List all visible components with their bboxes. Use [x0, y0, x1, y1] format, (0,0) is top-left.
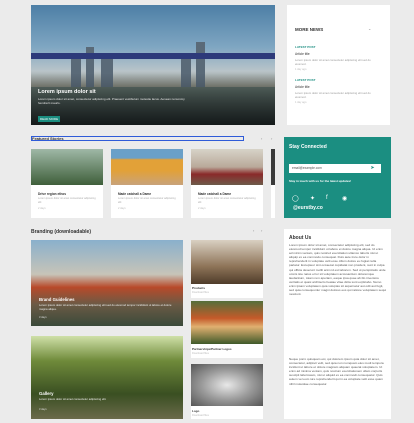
tile-caption: Logo: [192, 409, 200, 413]
news-item[interactable]: LATEST POST Article title Lorem ipsum do…: [295, 45, 379, 71]
tile-caption: Products: [192, 286, 206, 290]
story-meta: 2 days: [198, 207, 206, 210]
news-title[interactable]: Article title: [295, 52, 379, 56]
tile-meta: Download files: [192, 291, 209, 294]
tile-caption: Brand Guidelines: [39, 297, 75, 302]
partnerships-image: [191, 301, 263, 344]
more-news-title: MORE NEWS: [295, 27, 324, 32]
story-caption: Made catchall a Dame: [118, 192, 152, 196]
story-text: Lorem ipsum dolor sit amet consectetur a…: [118, 197, 176, 204]
partnerships-tile[interactable]: Partnerships/Partner Logos Download file…: [191, 301, 263, 358]
news-category: LATEST POST: [295, 78, 316, 82]
news-text: Lorem ipsum dolor sit amet consectetur a…: [295, 91, 371, 99]
prev-arrow-icon[interactable]: ‹: [253, 228, 254, 233]
news-meta: 1 day ago: [295, 101, 307, 104]
story-text: Lorem ipsum dolor sit amet consectetur a…: [38, 197, 96, 204]
news-meta: 1 day ago: [295, 68, 307, 71]
brand-guidelines-tile[interactable]: Brand Guidelines Lorem ipsum dolor sit a…: [31, 240, 183, 326]
tile-meta: 3 days: [39, 316, 47, 319]
tile-caption: Partnerships/Partner Logos: [192, 347, 232, 351]
stay-connected-subtitle: Stay in touch with us for the latest upd…: [289, 179, 352, 183]
logo-image: [191, 364, 263, 406]
news-item[interactable]: LATEST POST Article title Lorem ipsum do…: [295, 78, 379, 104]
email-field[interactable]: email@example.com: [289, 164, 364, 173]
stay-connected-title: Stay Connected: [289, 144, 327, 150]
story-caption: Made catchall a Dame: [198, 192, 232, 196]
about-title: About Us: [289, 235, 312, 241]
logo-tile[interactable]: Logo Download files: [191, 364, 263, 419]
gallery-tile[interactable]: Gallery Lorem ipsum dolor sit amet conse…: [31, 336, 183, 419]
news-category: LATEST POST: [295, 45, 316, 49]
facebook-icon[interactable]: f: [326, 195, 328, 201]
tile-meta: Download files: [192, 352, 209, 355]
story-image: [191, 149, 263, 185]
products-tile[interactable]: Products Download files: [191, 240, 263, 298]
story-card[interactable]: Drive region ethos Lorem ipsum dolor sit…: [31, 149, 103, 218]
hero-read-more-button[interactable]: READ MORE: [38, 116, 60, 122]
story-meta: 2 days: [38, 207, 46, 210]
prev-arrow-icon[interactable]: ‹: [261, 136, 262, 141]
carousel-title: Featured Stories: [32, 136, 64, 141]
instagram-icon[interactable]: ◯: [292, 195, 299, 202]
story-text: Lorem ipsum dolor sit amet consectetur a…: [198, 197, 256, 204]
tile-meta: Download files: [192, 414, 209, 417]
story-image: [111, 149, 183, 185]
about-paragraph: Lorem ipsum dolor sit amet, consectetur …: [289, 243, 386, 297]
story-card-partial[interactable]: [271, 149, 275, 218]
next-arrow-icon[interactable]: ›: [271, 136, 272, 141]
products-image: [191, 240, 263, 284]
tile-text: Lorem ipsum dolor sit amet consectetur a…: [39, 397, 107, 401]
more-news-panel: MORE NEWS ⌄ LATEST POST Article title Lo…: [287, 5, 390, 125]
story-meta: 2 days: [118, 207, 126, 210]
hero-bridge: [31, 53, 275, 59]
hero-banner[interactable]: Lorem ipsum dolor sit Lorem ipsum dolor …: [31, 5, 275, 125]
about-panel: About Us Lorem ipsum dolor sit amet, con…: [284, 229, 391, 419]
story-card[interactable]: Made catchall a Dame Lorem ipsum dolor s…: [191, 149, 263, 218]
next-arrow-icon[interactable]: ›: [261, 228, 262, 233]
hero-title: Lorem ipsum dolor sit: [38, 89, 96, 95]
story-image: [271, 149, 275, 185]
news-text: Lorem ipsum dolor sit amet consectetur a…: [295, 58, 371, 66]
hero-text: Lorem ipsum dolor sit amet, consectetur …: [38, 97, 185, 105]
tile-meta: 3 days: [39, 408, 47, 411]
tile-text: Lorem ipsum dolor sit amet consectetur a…: [39, 303, 172, 311]
stay-connected-panel: Stay Connected email@example.com ➤ Stay …: [284, 137, 391, 218]
send-icon[interactable]: ➤: [364, 164, 381, 173]
story-caption: Drive region ethos: [38, 192, 66, 196]
chevron-down-icon[interactable]: ⌄: [368, 26, 371, 31]
news-title[interactable]: Article title: [295, 85, 379, 89]
story-card[interactable]: Made catchall a Dame Lorem ipsum dolor s…: [111, 149, 183, 218]
social-handle[interactable]: @eurstby.co: [293, 205, 323, 211]
branding-title: Branding (downloadable): [31, 229, 91, 235]
tile-caption: Gallery: [39, 391, 54, 396]
globe-icon[interactable]: ◉: [342, 195, 347, 202]
twitter-icon[interactable]: ✦: [310, 195, 315, 202]
about-paragraph: Neque porro quisquam est, qui dolorem ip…: [289, 357, 384, 386]
story-image: [31, 149, 103, 185]
